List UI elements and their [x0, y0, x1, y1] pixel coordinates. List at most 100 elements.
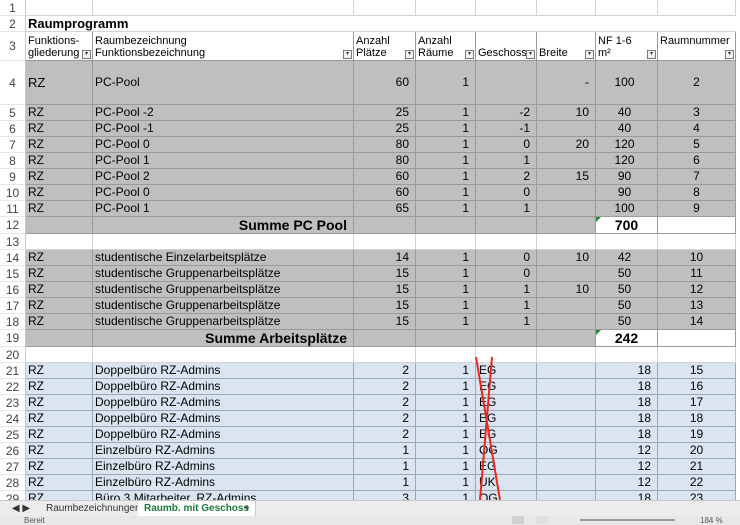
- row-header[interactable]: 20: [0, 347, 26, 363]
- cell-r[interactable]: 1: [416, 363, 476, 379]
- cell[interactable]: [596, 347, 658, 363]
- cell[interactable]: [537, 217, 596, 234]
- row-header[interactable]: 10: [0, 185, 26, 201]
- cell-w[interactable]: [537, 395, 596, 411]
- filter-dropdown-icon[interactable]: ▾: [343, 50, 352, 59]
- cell-nf[interactable]: 40: [596, 105, 658, 121]
- cell-f[interactable]: RZ: [26, 379, 93, 395]
- cell-rn[interactable]: 23: [658, 491, 736, 500]
- cell-p[interactable]: 2: [354, 427, 416, 443]
- cell-g[interactable]: EG: [476, 379, 537, 395]
- cell-p[interactable]: 80: [354, 137, 416, 153]
- cell-w[interactable]: [537, 201, 596, 217]
- column-header-plaetze[interactable]: Anzahl Plätze ▾: [354, 32, 416, 61]
- cell-g[interactable]: 0: [476, 137, 537, 153]
- cell[interactable]: [537, 234, 596, 250]
- cell[interactable]: [93, 0, 354, 16]
- cell-rn[interactable]: 18: [658, 411, 736, 427]
- row-header[interactable]: 17: [0, 298, 26, 314]
- row-header[interactable]: 24: [0, 411, 26, 427]
- filter-dropdown-icon[interactable]: ▾: [82, 50, 91, 59]
- cell-w[interactable]: 10: [537, 250, 596, 266]
- filter-dropdown-icon[interactable]: ▾: [725, 50, 734, 59]
- cell-nf[interactable]: 50: [596, 298, 658, 314]
- cell-rn[interactable]: 8: [658, 185, 736, 201]
- cell-b[interactable]: studentische Gruppenarbeitsplätze: [93, 314, 354, 330]
- cell-p[interactable]: 65: [354, 201, 416, 217]
- row-header[interactable]: 29: [0, 491, 26, 500]
- cell-f[interactable]: RZ: [26, 169, 93, 185]
- cell-nf[interactable]: 18: [596, 379, 658, 395]
- row-header[interactable]: 7: [0, 137, 26, 153]
- cell-f[interactable]: RZ: [26, 314, 93, 330]
- cell-b[interactable]: PC-Pool 0: [93, 137, 354, 153]
- cell-r[interactable]: 1: [416, 266, 476, 282]
- filter-dropdown-icon[interactable]: ▾: [405, 50, 414, 59]
- cell-p[interactable]: 2: [354, 395, 416, 411]
- cell-b[interactable]: PC-Pool: [93, 61, 354, 105]
- tab-raumbezeichnungen[interactable]: Raumbezeichnungen: [40, 501, 148, 516]
- cell-nf[interactable]: 120: [596, 153, 658, 169]
- cell-g[interactable]: 0: [476, 250, 537, 266]
- cell-nf[interactable]: 12: [596, 459, 658, 475]
- cell-f[interactable]: RZ: [26, 443, 93, 459]
- cell-b[interactable]: PC-Pool -2: [93, 105, 354, 121]
- cell-g[interactable]: EG: [476, 459, 537, 475]
- cell-w[interactable]: [537, 185, 596, 201]
- cell-p[interactable]: 60: [354, 61, 416, 105]
- row-header[interactable]: 15: [0, 266, 26, 282]
- cell-nf[interactable]: 50: [596, 282, 658, 298]
- cell-p[interactable]: 1: [354, 475, 416, 491]
- cell-r[interactable]: 1: [416, 395, 476, 411]
- cell-rn[interactable]: 17: [658, 395, 736, 411]
- cell-r[interactable]: 1: [416, 491, 476, 500]
- column-header-breite[interactable]: Breite ▾: [537, 32, 596, 61]
- cell[interactable]: [354, 0, 416, 16]
- cell-f[interactable]: RZ: [26, 427, 93, 443]
- cell-g[interactable]: 2: [476, 169, 537, 185]
- row-header[interactable]: 27: [0, 459, 26, 475]
- cell-rn[interactable]: 3: [658, 105, 736, 121]
- cell-r[interactable]: 1: [416, 137, 476, 153]
- cell[interactable]: [93, 347, 354, 363]
- cell-b[interactable]: studentische Gruppenarbeitsplätze: [93, 266, 354, 282]
- cell[interactable]: [416, 217, 476, 234]
- cell-g[interactable]: EG: [476, 363, 537, 379]
- cell[interactable]: [596, 234, 658, 250]
- cell-b[interactable]: Doppelbüro RZ-Admins: [93, 411, 354, 427]
- cell-nf[interactable]: 12: [596, 443, 658, 459]
- cell-g[interactable]: [476, 61, 537, 105]
- cell-nf[interactable]: 90: [596, 169, 658, 185]
- cell-rn[interactable]: 13: [658, 298, 736, 314]
- cell-g[interactable]: 1: [476, 201, 537, 217]
- column-header-bezeichnung[interactable]: Raumbezeichnung Funktionsbezeichnung ▾: [93, 32, 354, 61]
- cell[interactable]: [93, 234, 354, 250]
- cell-p[interactable]: 15: [354, 314, 416, 330]
- row-header[interactable]: 5: [0, 105, 26, 121]
- row-header[interactable]: 8: [0, 153, 26, 169]
- cell-rn[interactable]: 12: [658, 282, 736, 298]
- cell-f[interactable]: RZ: [26, 185, 93, 201]
- row-header[interactable]: 13: [0, 234, 26, 250]
- cell-p[interactable]: 1: [354, 443, 416, 459]
- row-header[interactable]: 18: [0, 314, 26, 330]
- cell[interactable]: [354, 234, 416, 250]
- cell-f[interactable]: RZ: [26, 137, 93, 153]
- column-header-raumnummer[interactable]: Raumnummer ▾: [658, 32, 736, 61]
- cell[interactable]: [26, 330, 93, 347]
- cell-b[interactable]: studentische Gruppenarbeitsplätze: [93, 282, 354, 298]
- cell-f[interactable]: RZ: [26, 282, 93, 298]
- row-header[interactable]: 9: [0, 169, 26, 185]
- row-header[interactable]: 1: [0, 0, 26, 16]
- cell-r[interactable]: 1: [416, 314, 476, 330]
- cell[interactable]: [476, 347, 537, 363]
- cell-b[interactable]: Einzelbüro RZ-Admins: [93, 443, 354, 459]
- cell-r[interactable]: 1: [416, 443, 476, 459]
- cell[interactable]: [537, 330, 596, 347]
- cell-rn[interactable]: 5: [658, 137, 736, 153]
- cell-p[interactable]: 1: [354, 459, 416, 475]
- cell-g[interactable]: EG: [476, 395, 537, 411]
- cell-rn[interactable]: 9: [658, 201, 736, 217]
- cell-g[interactable]: OG: [476, 443, 537, 459]
- row-header[interactable]: 16: [0, 282, 26, 298]
